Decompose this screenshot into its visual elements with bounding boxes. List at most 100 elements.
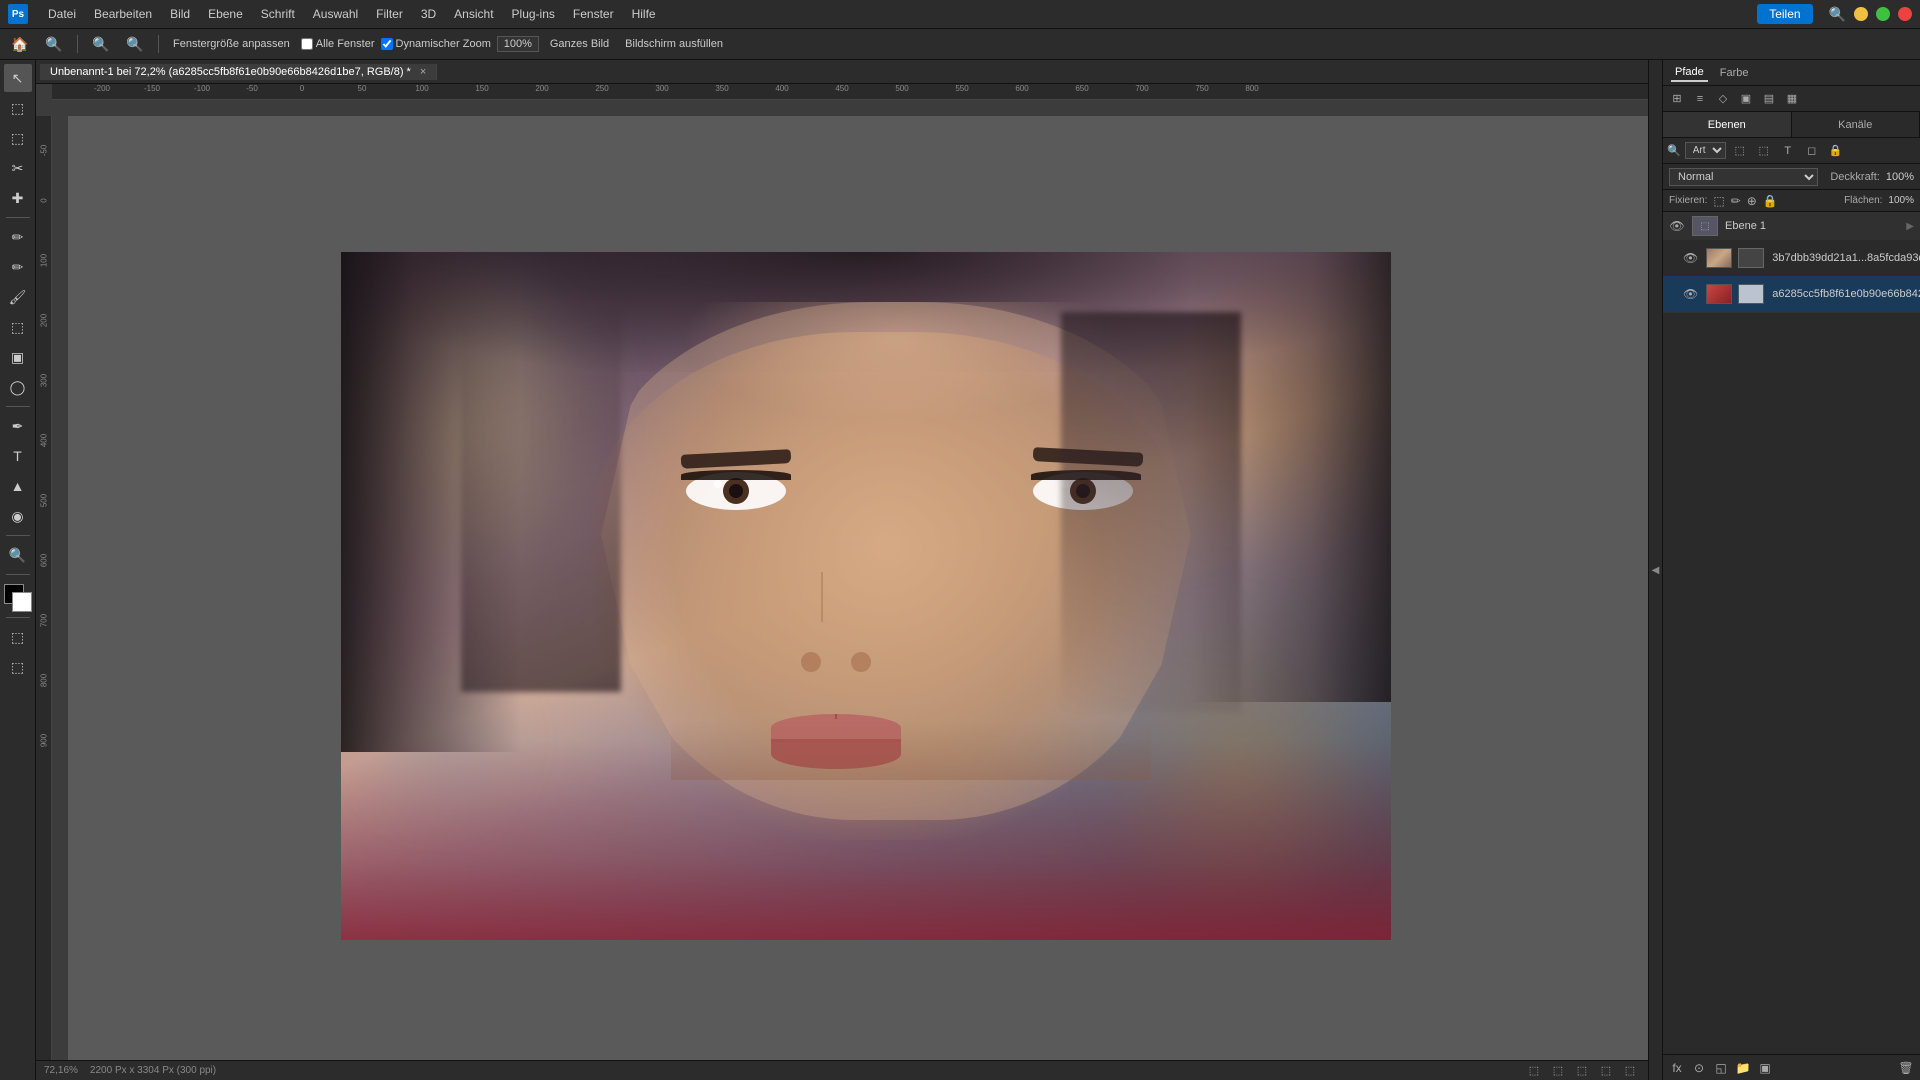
layer-list: 👁 ⬚ Ebene 1 ▶ 👁 3b7dbb39dd21a1...8a5fcda… [1663, 212, 1920, 1054]
title-bar-left: Ps Datei Bearbeiten Bild Ebene Schrift A… [8, 4, 664, 24]
history-brush[interactable]: 🖌 [4, 283, 32, 311]
tab-close-button[interactable]: × [420, 66, 426, 78]
menu-3d[interactable]: 3D [413, 5, 444, 23]
panel-icon-list[interactable]: ≡ [1690, 89, 1710, 109]
dynamic-zoom-checkbox[interactable]: Dynamischer Zoom [381, 38, 491, 50]
mask-button[interactable]: ◱ [1711, 1058, 1731, 1078]
status-bar-btn-3[interactable]: ⬚ [1572, 1061, 1592, 1080]
menu-plugins[interactable]: Plug-ins [504, 5, 563, 23]
status-bar-btn-5[interactable]: ⬚ [1620, 1061, 1640, 1080]
fit-window-button[interactable]: Fenstergröße anpassen [168, 36, 295, 52]
crop-tool[interactable]: ✂ [4, 154, 32, 182]
menu-auswahl[interactable]: Auswahl [305, 5, 366, 23]
layer-group-header-ebene1[interactable]: 👁 ⬚ Ebene 1 ▶ [1663, 212, 1920, 240]
brush-tool[interactable]: ✏ [4, 223, 32, 251]
layer-search-btn-4[interactable]: ◻ [1802, 141, 1822, 161]
panel-collapse-button[interactable]: ◀ [1648, 60, 1662, 1080]
layer-item-2[interactable]: 👁 a6285cc5fb8f61e0b90e66b8426d1be7 [1663, 276, 1920, 312]
menu-filter[interactable]: Filter [368, 5, 411, 23]
all-windows-input[interactable] [301, 38, 313, 50]
panel-icon-fx[interactable]: ▤ [1759, 89, 1779, 109]
status-bar-btn-4[interactable]: ⬚ [1596, 1061, 1616, 1080]
close-button[interactable] [1898, 7, 1912, 21]
shape-tool[interactable]: ◉ [4, 502, 32, 530]
new-layer-button[interactable]: ▣ [1755, 1058, 1775, 1078]
pen-tool[interactable]: ✒ [4, 412, 32, 440]
status-bar-btn-1[interactable]: ⬚ [1524, 1061, 1544, 1080]
menu-schrift[interactable]: Schrift [253, 5, 303, 23]
layer-search-btn-1[interactable]: ⬚ [1730, 141, 1750, 161]
panel-icon-grid[interactable]: ⊞ [1667, 89, 1687, 109]
panel-icon-filter[interactable]: ◇ [1713, 89, 1733, 109]
lasso-tool[interactable]: ⬚ [4, 124, 32, 152]
tab-farbe[interactable]: Farbe [1716, 65, 1753, 81]
menu-hilfe[interactable]: Hilfe [624, 5, 664, 23]
clone-tool[interactable]: ✏ [4, 253, 32, 281]
title-bar-right: Teilen 🔍 [1757, 4, 1912, 24]
document-tabs: Unbenannt-1 bei 72,2% (a6285cc5fb8f61e0b… [36, 60, 1648, 84]
fill-screen-button[interactable]: Bildschirm ausfüllen [620, 36, 728, 52]
home-button[interactable]: 🏠 [6, 30, 34, 58]
zoom-out-button[interactable]: 🔍 [87, 30, 115, 58]
all-windows-checkbox[interactable]: Alle Fenster [301, 38, 375, 50]
visibility-eye-layer2[interactable]: 👁 [1683, 286, 1698, 302]
layer-type-dropdown[interactable]: Art [1685, 142, 1726, 159]
eyedropper-tool[interactable]: ✚ [4, 184, 32, 212]
fx-button[interactable]: fx [1667, 1058, 1687, 1078]
layer-thumb-mask-1 [1738, 248, 1764, 268]
adjustment-button[interactable]: ⊙ [1689, 1058, 1709, 1078]
lock-transparency[interactable]: ⬚ [1713, 194, 1724, 208]
lock-paint[interactable]: ✏ [1731, 194, 1741, 208]
subtab-ebenen[interactable]: Ebenen [1663, 112, 1792, 137]
search-icon[interactable]: 🔍 [1829, 6, 1846, 23]
move-tool[interactable]: ↖ [4, 64, 32, 92]
layer-search-btn-3[interactable]: T [1778, 141, 1798, 161]
text-tool[interactable]: T [4, 442, 32, 470]
blend-mode-dropdown[interactable]: Normal [1669, 168, 1818, 186]
layer-search-btn-2[interactable]: ⬚ [1754, 141, 1774, 161]
visibility-eye-group[interactable]: 👁 [1669, 218, 1685, 234]
lock-move[interactable]: ⊕ [1747, 194, 1757, 208]
screen-mode-tool[interactable]: ⬚ [4, 653, 32, 681]
zoom-tool[interactable]: 🔍 [4, 541, 32, 569]
background-color[interactable] [12, 592, 32, 612]
minimize-button[interactable] [1854, 7, 1868, 21]
ruler-left-mark: -50 [39, 145, 48, 157]
layer-thumb-photo-2 [1706, 284, 1732, 304]
menu-ebene[interactable]: Ebene [200, 5, 251, 23]
foreground-background-colors[interactable] [4, 584, 32, 612]
delete-layer-button[interactable]: 🗑 [1896, 1058, 1916, 1078]
lock-all[interactable]: 🔒 [1763, 194, 1778, 208]
layer-search-btn-5[interactable]: 🔒 [1826, 141, 1846, 161]
ruler-mark-790: 450 [835, 84, 848, 93]
quick-mask-tool[interactable]: ⬚ [4, 623, 32, 651]
canvas-viewport[interactable] [68, 116, 1648, 1060]
zoom-in-button[interactable]: 🔍 [121, 30, 149, 58]
ganzes-bild-button[interactable]: Ganzes Bild [545, 36, 614, 52]
path-tool[interactable]: ▲ [4, 472, 32, 500]
menu-bild[interactable]: Bild [162, 5, 198, 23]
dodge-tool[interactable]: ◯ [4, 373, 32, 401]
menu-datei[interactable]: Datei [40, 5, 84, 23]
tab-pfade[interactable]: Pfade [1671, 64, 1708, 82]
group-button[interactable]: 📁 [1733, 1058, 1753, 1078]
panel-icon-adjust[interactable]: ▣ [1736, 89, 1756, 109]
selection-tool[interactable]: ⬚ [4, 94, 32, 122]
menu-fenster[interactable]: Fenster [565, 5, 622, 23]
dynamic-zoom-input[interactable] [381, 38, 393, 50]
menu-ansicht[interactable]: Ansicht [446, 5, 501, 23]
eraser-tool[interactable]: ⬚ [4, 313, 32, 341]
zoom-input[interactable] [497, 36, 539, 52]
layer-item-1[interactable]: 👁 3b7dbb39dd21a1...8a5fcda93d5e72 [1663, 240, 1920, 276]
search-tool-button[interactable]: 🔍 [40, 30, 68, 58]
maximize-button[interactable] [1876, 7, 1890, 21]
menu-bearbeiten[interactable]: Bearbeiten [86, 5, 160, 23]
tool-separator-4 [6, 574, 30, 575]
document-tab[interactable]: Unbenannt-1 bei 72,2% (a6285cc5fb8f61e0b… [40, 64, 437, 80]
subtab-kanaele[interactable]: Kanäle [1792, 112, 1920, 137]
gradient-tool[interactable]: ▣ [4, 343, 32, 371]
status-bar-btn-2[interactable]: ⬚ [1548, 1061, 1568, 1080]
share-button[interactable]: Teilen [1757, 4, 1812, 24]
visibility-eye-layer1[interactable]: 👁 [1683, 250, 1698, 266]
panel-icon-mask[interactable]: ▦ [1782, 89, 1802, 109]
